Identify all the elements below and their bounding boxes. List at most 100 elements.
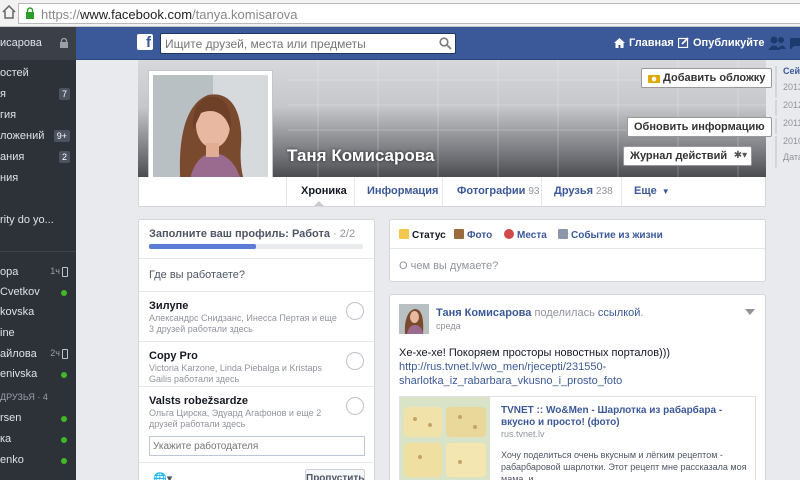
sidebar-item-messages[interactable]: я7 xyxy=(0,85,76,105)
job-radio[interactable] xyxy=(346,397,364,415)
home-icon[interactable] xyxy=(2,5,16,19)
tab-label: Фотографии xyxy=(457,185,526,197)
update-info-button[interactable]: Обновить информацию xyxy=(627,117,772,137)
job-option[interactable]: Copy Pro Victoria Karzone, Linda Piebalg… xyxy=(139,341,374,391)
completion-title: Заполните ваш профиль: Работа · 2/2 xyxy=(149,228,356,240)
chat-contact[interactable]: rsen xyxy=(0,409,76,429)
job-name: Зилупе xyxy=(149,300,189,312)
online-dot-icon xyxy=(61,437,67,443)
tab-photos[interactable]: Фотографии 93 xyxy=(442,177,541,206)
year-link[interactable]: Дата xyxy=(775,152,800,168)
year-link[interactable]: Сей xyxy=(775,66,800,82)
search-icon[interactable] xyxy=(439,37,452,50)
attachment-title[interactable]: TVNET :: Wo&Men - Шарлотка из рабарбара … xyxy=(501,405,749,429)
facebook-logo-icon[interactable]: f xyxy=(137,34,153,51)
question-text: Где вы работаете? xyxy=(149,269,245,281)
chevron-down-icon[interactable] xyxy=(745,309,755,315)
job-radio[interactable] xyxy=(346,302,364,320)
attachment-domain: rus.tvnet.lv xyxy=(501,429,545,439)
gear-icon[interactable]: ✱▾ xyxy=(734,150,747,161)
chat-contact[interactable]: enko xyxy=(0,451,76,471)
tab-life-event[interactable]: Событие из жизни xyxy=(558,229,663,241)
tab-friends[interactable]: Друзья 238 xyxy=(541,177,621,206)
browser-url-bar: https://www.facebook.com/tanya.komisarov… xyxy=(0,0,800,27)
post-author-line: Таня Комисарова поделилась ссылкой. xyxy=(436,307,644,319)
sidebar-item-apps[interactable]: ложений 9+ xyxy=(0,127,76,147)
sidebar-item-news[interactable]: остей xyxy=(0,64,76,84)
sidebar-item-6[interactable]: ния xyxy=(0,169,76,189)
sidebar-item-5[interactable]: ания 2 xyxy=(0,148,76,168)
friends-section-header: ДРУЗЬЯ · 4 xyxy=(0,389,76,409)
chat-contact[interactable]: ора 1ч xyxy=(0,263,76,283)
link-attachment[interactable]: TVNET :: Wo&Men - Шарлотка из рабарбара … xyxy=(399,396,756,480)
status-composer: Статус Фото Места Событие из жизни О чем… xyxy=(389,219,766,282)
post-text: Хе-хе-хе! Покоряем просторы новостных по… xyxy=(399,346,754,388)
contact-name: kovska xyxy=(0,306,35,318)
tab-label: Еще xyxy=(634,185,657,197)
online-dot-icon xyxy=(61,290,67,296)
author-name[interactable]: Таня Комисарова xyxy=(436,307,531,319)
chat-contact[interactable]: kovska xyxy=(0,303,76,323)
timeline-post: Таня Комисарова поделилась ссылкой. сред… xyxy=(389,294,766,480)
url-text: https://www.facebook.com/tanya.komisarov… xyxy=(41,7,298,22)
year-link[interactable]: 2013 xyxy=(775,82,800,98)
contact-name: Cvetkov xyxy=(0,286,40,298)
top-navigation-bar: f Главная Опубликуйте xyxy=(76,27,800,60)
tab-about[interactable]: Информация xyxy=(354,177,440,206)
activity-log-button[interactable]: Журнал действий ✱▾ xyxy=(623,146,753,166)
contact-name: ine xyxy=(0,327,15,339)
messages-icon[interactable] xyxy=(790,36,800,50)
timeline-years-nav: Сей 2013 2012 2011 2010 Дата xyxy=(775,60,800,480)
avatar-photo xyxy=(399,304,429,334)
tab-places[interactable]: Места xyxy=(504,229,547,241)
sidebar-header[interactable]: исарова xyxy=(0,27,76,60)
profile-name[interactable]: Таня Комисарова xyxy=(287,146,434,166)
publish-link[interactable]: Опубликуйте xyxy=(678,37,764,49)
tab-status[interactable]: Статус xyxy=(399,229,446,241)
job-option[interactable]: Зилупе Александрс Снидзанс, Инесса Перта… xyxy=(139,291,374,341)
chat-contact[interactable]: ine xyxy=(0,324,76,344)
link-word[interactable]: ссылкой xyxy=(598,307,641,319)
avatar[interactable] xyxy=(399,304,429,334)
friend-requests-icon[interactable] xyxy=(768,35,786,51)
contact-name: айлова xyxy=(0,348,37,360)
publish-label: Опубликуйте xyxy=(693,37,765,49)
chat-contact[interactable]: Cvetkov xyxy=(0,283,76,303)
tab-timeline[interactable]: Хроника xyxy=(286,177,350,206)
chat-contact[interactable]: ка xyxy=(0,430,76,450)
attachment-thumbnail[interactable] xyxy=(400,397,490,480)
post-time[interactable]: среда xyxy=(436,321,461,331)
address-field[interactable]: https://www.facebook.com/tanya.komisarov… xyxy=(18,3,800,24)
composer-placeholder[interactable]: О чем вы думаете? xyxy=(399,260,498,272)
completion-progress xyxy=(149,244,363,249)
year-link[interactable]: 2011 xyxy=(775,118,800,134)
year-link[interactable]: 2012 xyxy=(775,100,800,116)
sidebar-item-3[interactable]: гия xyxy=(0,106,76,126)
search-box[interactable] xyxy=(160,33,456,54)
search-input[interactable] xyxy=(165,35,427,52)
sidebar-item-7[interactable]: rity do yo... xyxy=(0,211,76,231)
last-active: 2ч xyxy=(50,348,60,358)
lock-icon xyxy=(60,38,68,48)
home-link[interactable]: Главная xyxy=(614,37,674,49)
year-link[interactable]: 2010 xyxy=(775,136,800,152)
tab-photo[interactable]: Фото xyxy=(454,229,492,241)
life-event-icon xyxy=(558,229,568,239)
add-cover-button[interactable]: Добавить обложку xyxy=(641,68,773,88)
online-dot-icon xyxy=(61,416,67,422)
chat-contact[interactable]: enivska xyxy=(0,365,76,385)
job-desc: Ольга Цирска, Эдуард Агафонов и еще 2 др… xyxy=(149,408,322,429)
composer-tabs: Статус Фото Места Событие из жизни xyxy=(390,220,765,249)
job-radio[interactable] xyxy=(346,352,364,370)
tab-more[interactable]: Еще ▼ xyxy=(621,177,681,206)
count-badge: 9+ xyxy=(53,130,70,142)
section-title: ДРУЗЬЯ · 4 xyxy=(0,392,48,402)
globe-icon[interactable]: 🌐▾ xyxy=(153,472,172,480)
home-icon xyxy=(614,38,625,48)
post-link[interactable]: http://rus.tvnet.lv/wo_men/rjecepti/2315… xyxy=(399,360,754,388)
chat-contact[interactable]: айлова 2ч xyxy=(0,345,76,365)
employer-input[interactable] xyxy=(149,436,365,456)
skip-button[interactable]: Пропустить xyxy=(305,469,365,480)
job-option[interactable]: Valsts robežsardze Ольга Цирска, Эдуард … xyxy=(139,386,374,436)
camera-icon xyxy=(648,75,660,83)
